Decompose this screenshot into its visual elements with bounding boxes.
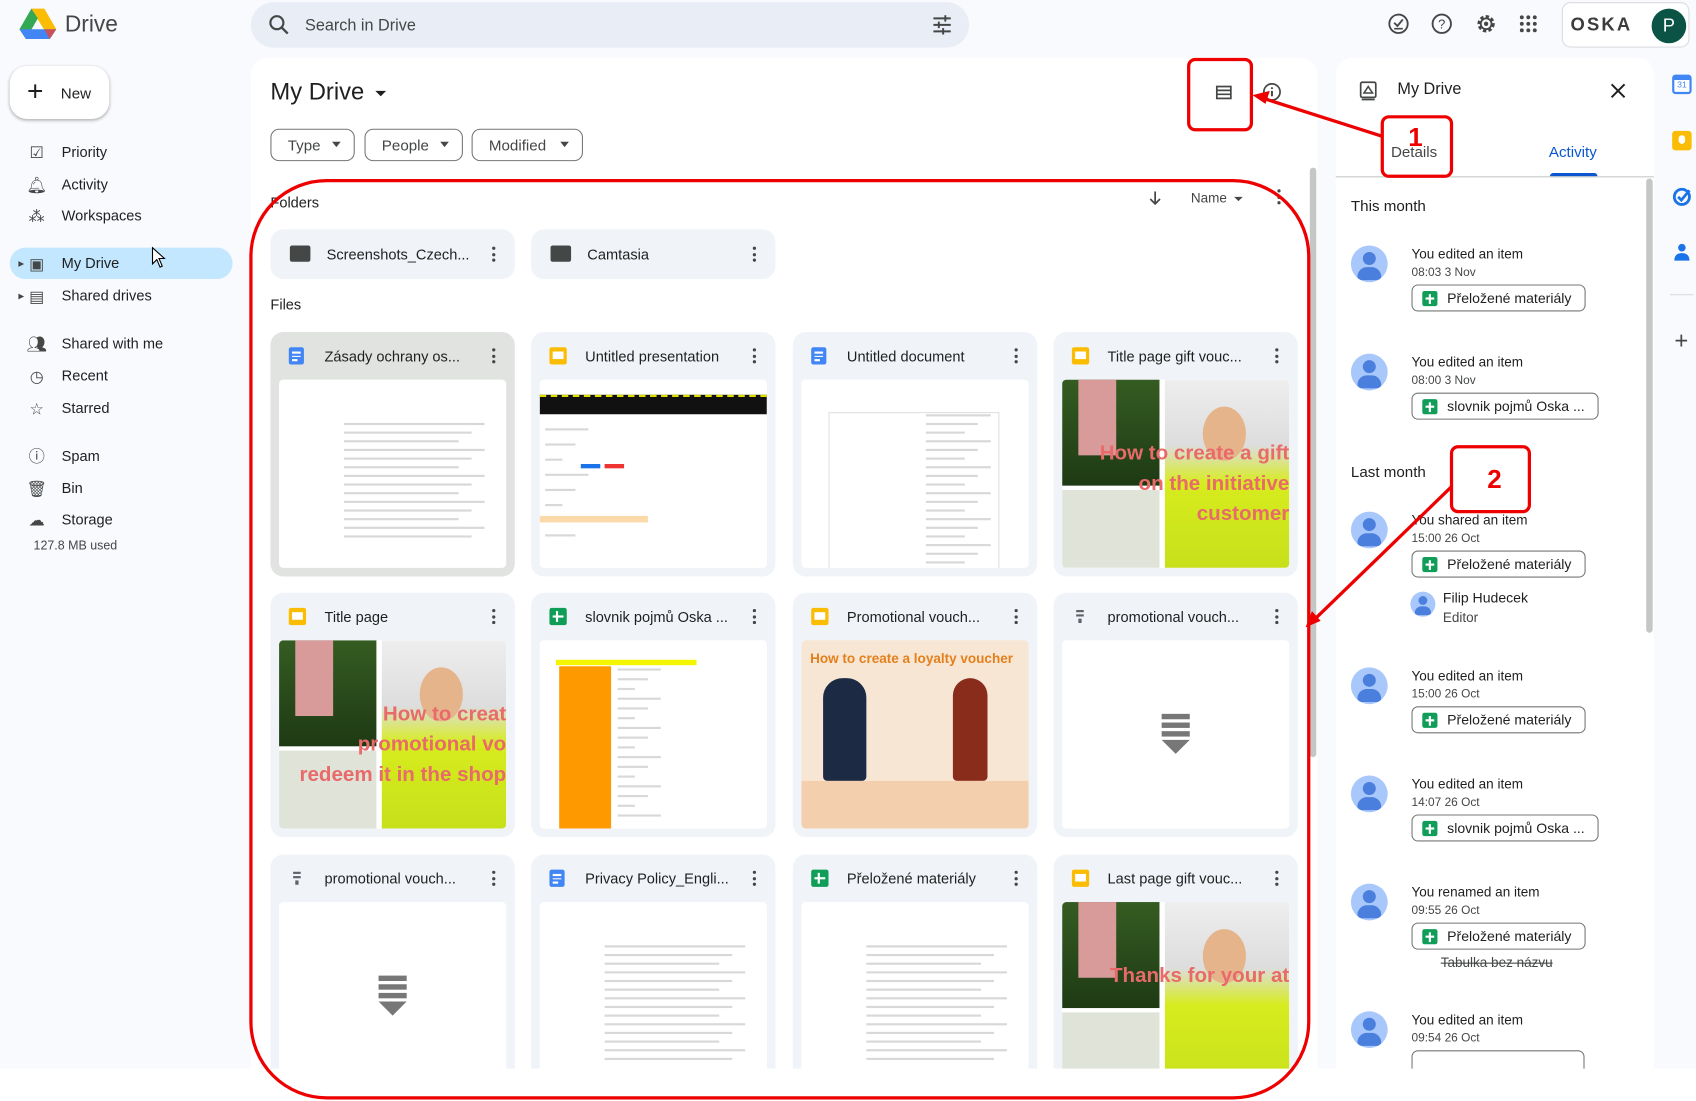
annotation-label-1: 1 xyxy=(1408,123,1423,153)
annotation-label-2: 2 xyxy=(1487,465,1502,495)
annotation-arrow-2 xyxy=(1311,485,1453,623)
annotation-arrowhead-1 xyxy=(1252,90,1270,104)
annotation-arrow-1 xyxy=(1259,95,1383,138)
annotation-overlay xyxy=(249,57,1532,1100)
drive-window: Drive Search in Drive ? OSKA P + New ☑ Pr… xyxy=(0,0,1696,1101)
annotation-box-list-view xyxy=(1187,57,1254,132)
annotation-grid-outline xyxy=(249,179,1311,1100)
